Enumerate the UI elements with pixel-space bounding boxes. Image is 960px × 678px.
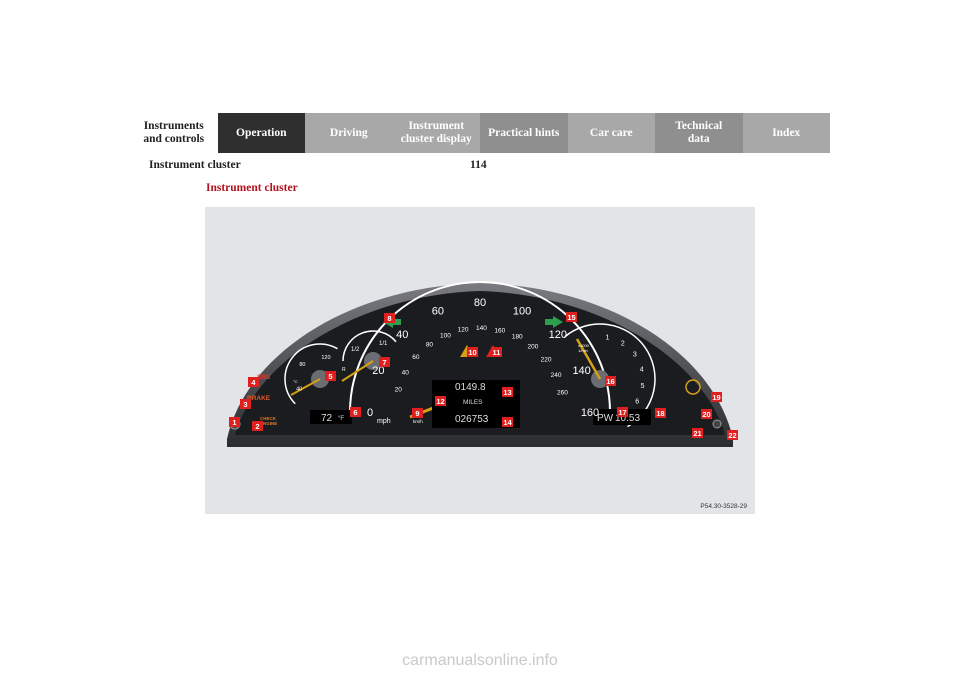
speedometer-kmh-label: 40 [402,369,410,376]
speedometer-unit-mph: mph [377,418,391,425]
page-number: 114 [470,159,487,171]
coolant-gauge-unit: °C [293,379,298,384]
temperature-unit: °F [338,416,344,422]
callout-1: 1 [232,418,236,427]
speedometer-kmh-label: 240 [551,372,562,379]
section-title: Instrument cluster [206,182,298,194]
callout-5: 5 [328,372,332,381]
distance-unit: MILES [463,399,483,406]
speedometer-kmh-label: 80 [426,342,434,349]
callout-14: 14 [503,418,512,427]
speedometer-mph-label: 100 [513,305,531,317]
fuel-gauge-full: 1/1 [379,341,388,347]
instrument-cluster-illustration: 02040608010012014016020406080100120 140 16… [227,281,738,447]
speedometer-mph-label: 60 [432,305,444,317]
speedometer-kmh-label: 200 [527,343,538,350]
tachometer-label: 2 [621,341,625,348]
instrument-cluster-figure: 0 20 40 60 80 100 120 140 160 20 40 60 80 100 120 140 16… [205,207,755,514]
fuel-gauge-reserve: R [342,367,346,373]
tab-instruments-and-controls[interactable]: Instruments and controls [130,113,218,153]
callout-13: 13 [503,388,511,397]
srs-lamp: SRS [257,374,271,381]
coolant-gauge-label: 80 [299,362,305,368]
speedometer-mph-label: 140 [572,365,590,377]
callout-22: 22 [728,431,736,440]
callout-6: 6 [353,408,357,417]
speedometer-kmh-label: 260 [557,389,568,396]
coolant-gauge-label: 120 [321,355,330,361]
callout-11: 11 [493,348,501,357]
tachometer-unit-2: 1/min [578,348,588,353]
tab-technical-data[interactable]: Technical data [655,113,743,153]
tab-car-care[interactable]: Car care [567,113,655,153]
callout-18: 18 [656,409,664,418]
figure-code: P54.30-3528-29 [700,503,747,510]
tab-index[interactable]: Index [742,113,830,153]
running-header: Instrument cluster [149,159,241,171]
tachometer-label: 6 [635,399,639,406]
callout-15: 15 [567,313,575,322]
footer-watermark: carmanualsonline.info [402,652,558,669]
speedometer-kmh-label: 220 [541,357,552,364]
callout-19: 19 [712,393,720,402]
speedometer-kmh-label: 140 [476,325,487,332]
speedometer-kmh-label: 100 [440,332,451,339]
speedometer-kmh-label: 120 [458,327,469,334]
callout-2: 2 [255,422,259,431]
speedometer-mph-label: 0 [367,407,373,419]
outside-temperature: 72 [321,413,333,424]
callout-7: 7 [382,358,386,367]
tab-operation[interactable]: Operation [217,113,305,153]
callout-21: 21 [693,429,701,438]
speedometer-kmh-label: 20 [395,387,403,394]
tachometer-label: 5 [641,383,645,390]
callout-10: 10 [468,348,476,357]
speedometer-mph-label: 80 [474,297,486,309]
speedometer-mph-label: 40 [396,329,408,341]
tab-instrument-cluster-display[interactable]: Instrument cluster display [392,113,480,153]
gear-indicator: PW [597,413,614,424]
chapter-tabs: Instruments and controls Operation Drivi… [130,113,830,153]
coolant-gauge-label: 40 [296,387,302,393]
callout-16: 16 [606,377,614,386]
tab-practical-hints[interactable]: Practical hints [480,113,568,153]
tab-driving[interactable]: Driving [305,113,393,153]
trip-meter: 0149.8 [455,382,486,393]
speedometer-kmh-label: 160 [494,327,505,334]
callout-8: 8 [387,314,391,323]
speedometer-mph-label: 120 [549,329,567,341]
callout-9: 9 [415,409,419,418]
tachometer-label: 1 [606,335,610,342]
speedometer-kmh-label: 60 [412,354,420,361]
callout-20: 20 [702,410,710,419]
speedometer-kmh-label: 180 [512,334,523,341]
speedometer-unit-kmh: km/h [413,419,423,424]
tachometer-label: 3 [633,352,637,359]
odometer: 026753 [455,414,489,425]
reset-knob-right [712,419,722,429]
tachometer-label: 4 [640,367,644,374]
fuel-gauge-half: 1/2 [351,347,360,353]
callout-12: 12 [436,397,444,406]
callout-17: 17 [618,408,626,417]
callout-3: 3 [243,400,247,409]
